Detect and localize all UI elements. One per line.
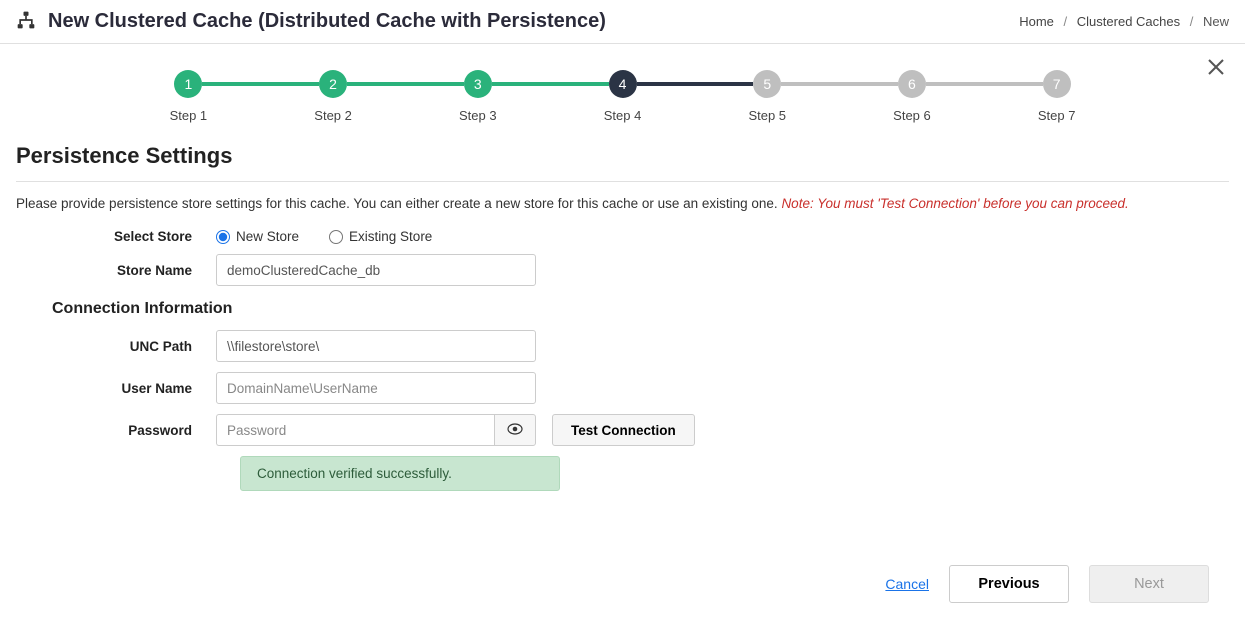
wizard-footer: Cancel Previous Next: [16, 551, 1229, 617]
next-button: Next: [1089, 565, 1209, 603]
step-label: Step 2: [314, 108, 352, 123]
wizard-step-4: 4 Step 4: [550, 70, 695, 123]
page-title: New Clustered Cache (Distributed Cache w…: [48, 10, 606, 33]
helper-note: Note: You must 'Test Connection' before …: [781, 196, 1128, 211]
step-label: Step 3: [459, 108, 497, 123]
step-label: Step 1: [170, 108, 208, 123]
breadcrumb-current: New: [1203, 14, 1229, 29]
input-store-name[interactable]: [216, 254, 536, 286]
step-label: Step 4: [604, 108, 642, 123]
row-user-name: User Name: [16, 372, 1229, 404]
step-label: Step 7: [1038, 108, 1076, 123]
wizard-steps: 1 Step 1 2 Step 2 3 Step 3 4 Step 4 5 Step 5 6 Step…: [16, 44, 1229, 133]
breadcrumb-home[interactable]: Home: [1019, 14, 1054, 29]
previous-button[interactable]: Previous: [949, 565, 1069, 603]
row-unc-path: UNC Path: [16, 330, 1229, 362]
label-select-store: Select Store: [16, 229, 216, 244]
input-user-name[interactable]: [216, 372, 536, 404]
input-password[interactable]: [216, 414, 494, 446]
breadcrumb: Home / Clustered Caches / New: [1019, 14, 1229, 29]
wizard-modal: 1 Step 1 2 Step 2 3 Step 3 4 Step 4 5 Step 5 6 Step…: [0, 44, 1245, 617]
wizard-step-3: 3 Step 3: [405, 70, 550, 123]
step-circle: 7: [1043, 70, 1071, 98]
header-left: New Clustered Cache (Distributed Cache w…: [16, 10, 606, 33]
wizard-step-1: 1 Step 1: [116, 70, 261, 123]
helper-text: Please provide persistence store setting…: [16, 196, 1229, 211]
connection-info-title: Connection Information: [52, 300, 1229, 318]
step-label: Step 6: [893, 108, 931, 123]
radio-new-store[interactable]: New Store: [216, 229, 299, 244]
step-circle: 3: [464, 70, 492, 98]
radio-new-store-label: New Store: [236, 229, 299, 244]
row-select-store: Select Store New Store Existing Store: [16, 229, 1229, 244]
radio-group-store: New Store Existing Store: [216, 229, 432, 244]
wizard-step-7: 7 Step 7: [984, 70, 1129, 123]
wizard-step-5: 5 Step 5: [695, 70, 840, 123]
page-header: New Clustered Cache (Distributed Cache w…: [0, 0, 1245, 44]
label-store-name: Store Name: [16, 263, 216, 278]
eye-icon: [507, 423, 523, 438]
step-circle: 1: [174, 70, 202, 98]
divider: [16, 181, 1229, 182]
label-unc-path: UNC Path: [16, 339, 216, 354]
toggle-password-button[interactable]: [494, 414, 536, 446]
step-circle: 2: [319, 70, 347, 98]
breadcrumb-sep: /: [1064, 14, 1068, 29]
row-password: Password Test Connection: [16, 414, 1229, 446]
section-title: Persistence Settings: [16, 133, 1229, 181]
label-user-name: User Name: [16, 381, 216, 396]
radio-new-store-input[interactable]: [216, 230, 230, 244]
step-circle: 5: [753, 70, 781, 98]
radio-existing-store-label: Existing Store: [349, 229, 432, 244]
test-connection-button[interactable]: Test Connection: [552, 414, 695, 446]
breadcrumb-sep: /: [1190, 14, 1194, 29]
row-store-name: Store Name: [16, 254, 1229, 286]
sitemap-icon: [16, 10, 36, 33]
radio-existing-store-input[interactable]: [329, 230, 343, 244]
input-unc-path[interactable]: [216, 330, 536, 362]
step-label: Step 5: [748, 108, 786, 123]
connection-success-message: Connection verified successfully.: [240, 456, 560, 491]
wizard-step-6: 6 Step 6: [840, 70, 985, 123]
password-group: [216, 414, 536, 446]
radio-existing-store[interactable]: Existing Store: [329, 229, 432, 244]
breadcrumb-caches[interactable]: Clustered Caches: [1077, 14, 1180, 29]
label-password: Password: [16, 423, 216, 438]
step-circle: 6: [898, 70, 926, 98]
helper-main: Please provide persistence store setting…: [16, 196, 781, 211]
step-circle: 4: [609, 70, 637, 98]
cancel-link[interactable]: Cancel: [885, 576, 929, 592]
wizard-step-2: 2 Step 2: [261, 70, 406, 123]
